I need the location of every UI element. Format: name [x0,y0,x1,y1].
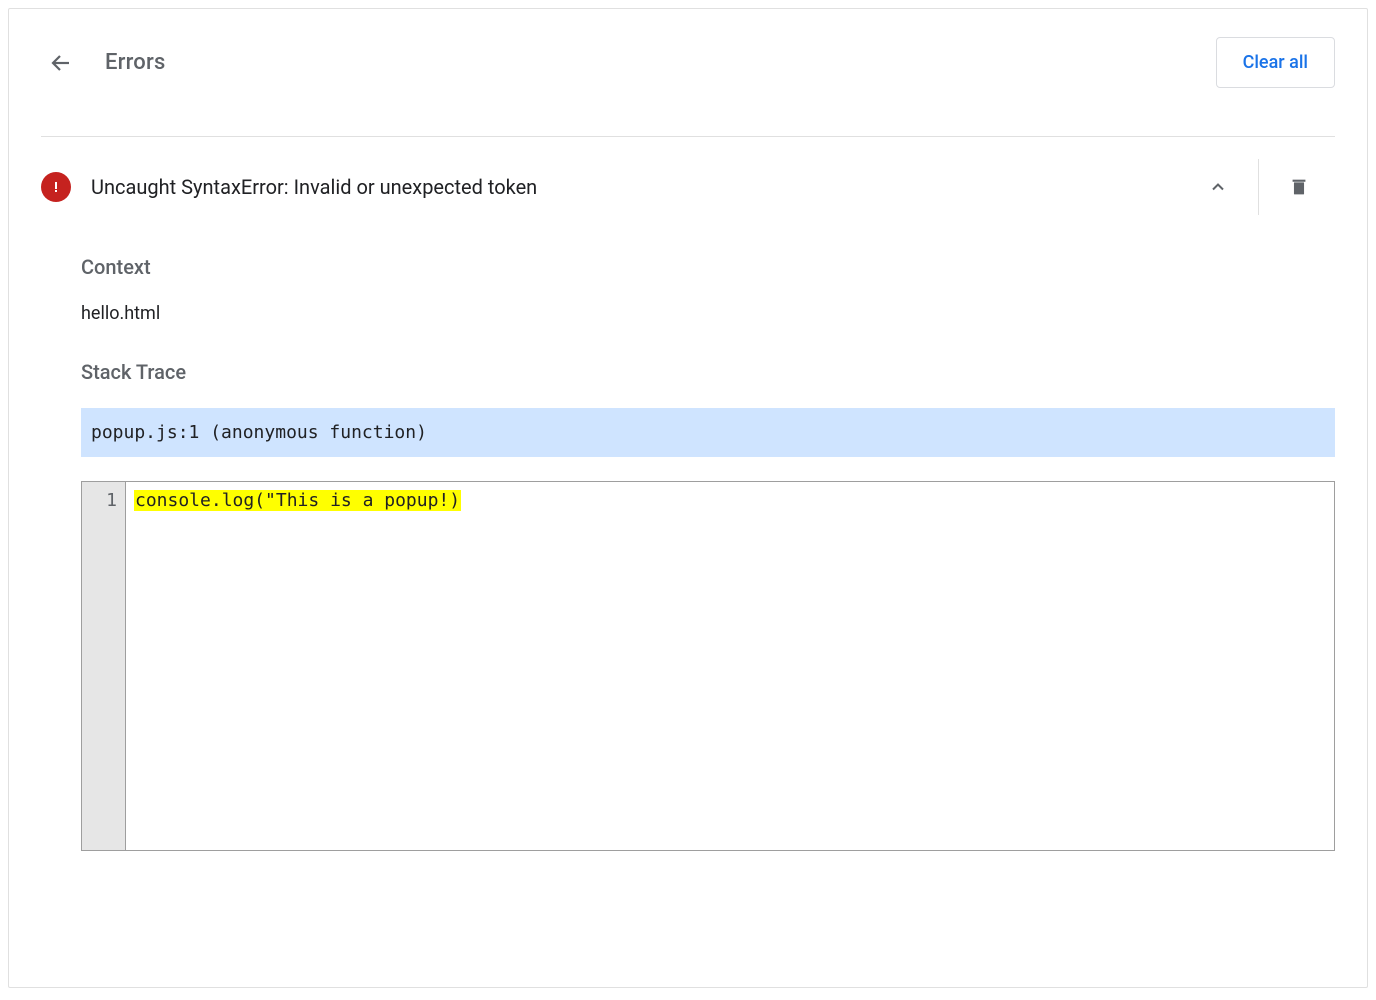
code-line-highlight: console.log("This is a popup!) [134,490,461,511]
clear-all-button[interactable]: Clear all [1216,37,1335,88]
trash-icon [1288,176,1310,198]
error-row: Uncaught SyntaxError: Invalid or unexpec… [41,137,1335,255]
page-title: Errors [105,50,166,75]
errors-panel: Errors Clear all Uncaught SyntaxError: I… [8,8,1368,988]
error-detail: Context hello.html Stack Trace popup.js:… [41,255,1335,851]
stack-trace-label: Stack Trace [81,360,1335,384]
back-button[interactable] [41,43,81,83]
separator [1258,159,1259,215]
error-message: Uncaught SyntaxError: Invalid or unexpec… [91,175,537,199]
stack-trace-frame[interactable]: popup.js:1 (anonymous function) [81,408,1335,457]
context-label: Context [81,255,1335,279]
error-row-actions [1182,159,1335,215]
header: Errors Clear all [41,37,1335,136]
line-number: 1 [82,490,117,511]
chevron-up-icon [1208,177,1228,197]
delete-button[interactable] [1263,165,1335,209]
arrow-left-icon [49,51,73,75]
code-viewer: 1 console.log("This is a popup!) [81,481,1335,851]
context-value: hello.html [81,303,1335,324]
error-icon [41,172,71,202]
error-row-left: Uncaught SyntaxError: Invalid or unexpec… [41,172,537,202]
code-area: console.log("This is a popup!) [126,482,1334,850]
header-left: Errors [41,43,166,83]
code-gutter: 1 [82,482,126,850]
collapse-button[interactable] [1182,165,1254,209]
